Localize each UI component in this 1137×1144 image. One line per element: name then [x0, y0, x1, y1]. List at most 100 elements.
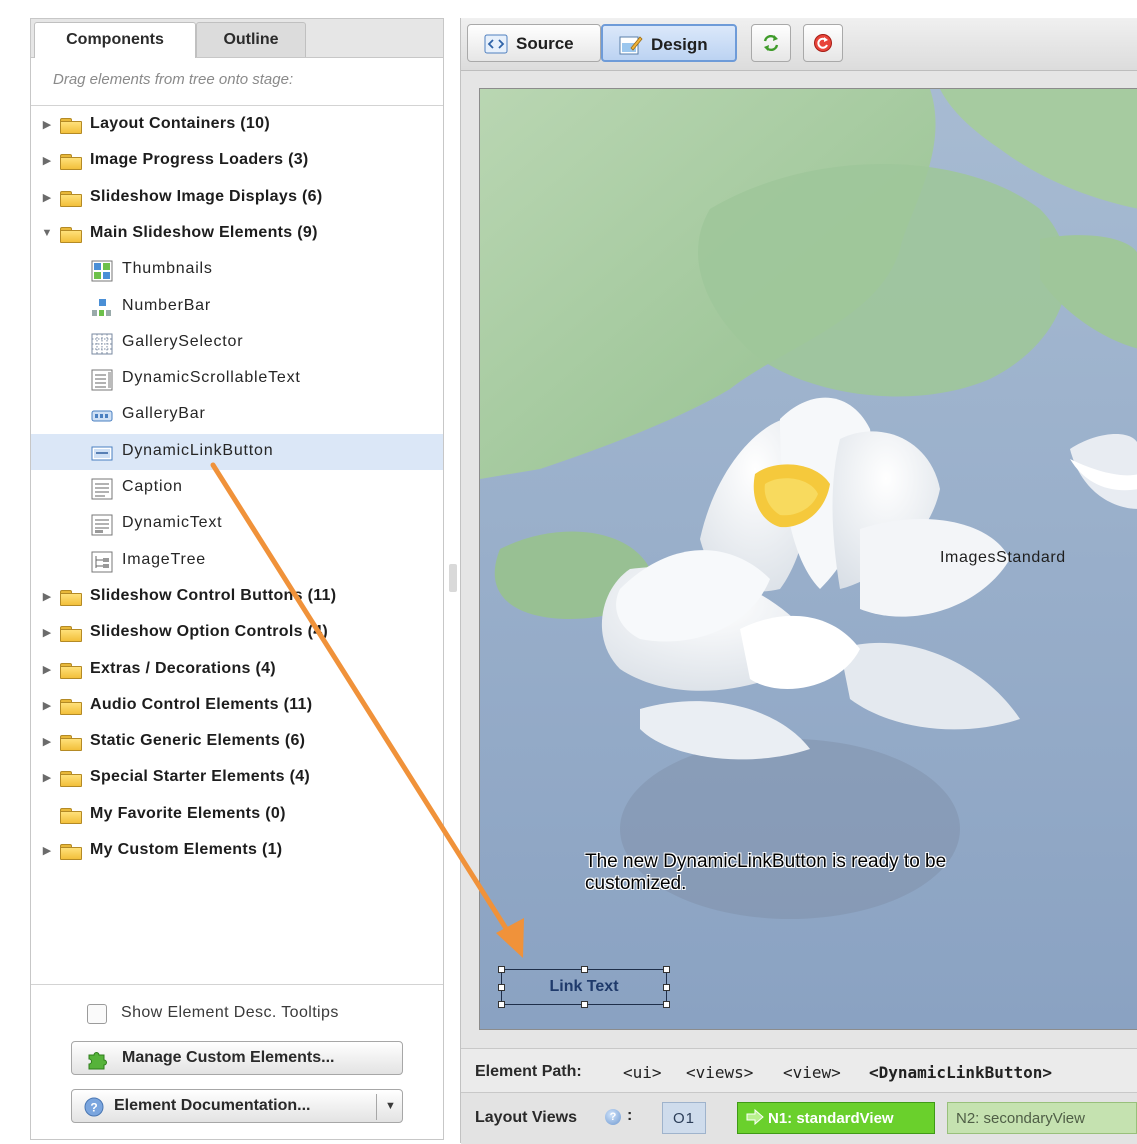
- expand-arrow-icon[interactable]: ▶: [41, 735, 53, 748]
- tree-category[interactable]: ▶ Slideshow Control Buttons (11): [31, 579, 443, 615]
- tree-category[interactable]: ▶ Slideshow Option Controls (4): [31, 615, 443, 651]
- expand-arrow-icon[interactable]: ▶: [41, 771, 53, 784]
- folder-icon: [60, 734, 82, 752]
- collapse-arrow-icon[interactable]: ▼: [41, 227, 53, 239]
- tree-item-label: NumberBar: [122, 296, 212, 314]
- folder-icon: [60, 662, 82, 679]
- folder-icon: [60, 625, 82, 643]
- tree-category-label: Extras / Decorations (4): [90, 659, 276, 677]
- link-button-text: Link Text: [549, 978, 619, 995]
- resize-handle[interactable]: [498, 984, 505, 991]
- view-chip-o1[interactable]: O1: [662, 1102, 706, 1134]
- folder-open-icon: [60, 226, 82, 243]
- tree-category[interactable]: ▼ Main Slideshow Elements (9): [31, 216, 443, 252]
- tree-category[interactable]: ▶ Extras / Decorations (4): [31, 652, 443, 688]
- tree-item-label: GallerySelector: [122, 332, 244, 350]
- design-stage[interactable]: ImagesStandard The new DynamicLinkButton…: [479, 88, 1137, 1030]
- resize-handle[interactable]: [663, 1001, 670, 1008]
- tree-category[interactable]: ▶ Image Progress Loaders (3): [31, 143, 443, 179]
- divider: [31, 984, 443, 985]
- tree-item[interactable]: Thumbnails: [31, 252, 443, 288]
- path-tag-dynamic-link-button[interactable]: <DynamicLinkButton>: [869, 1063, 1052, 1082]
- resize-handle[interactable]: [663, 966, 670, 973]
- refresh-icon: [763, 34, 779, 52]
- folder-icon: [60, 117, 82, 134]
- design-label: Design: [651, 35, 708, 54]
- caption-icon: [91, 478, 113, 500]
- expand-arrow-icon[interactable]: ▶: [41, 663, 53, 676]
- show-tooltips-checkbox[interactable]: [87, 1004, 107, 1024]
- tree-category[interactable]: ▶ My Custom Elements (1): [31, 833, 443, 869]
- tree-item[interactable]: GallerySelector: [31, 325, 443, 361]
- tree-item[interactable]: NumberBar: [31, 289, 443, 325]
- refresh-button[interactable]: [751, 24, 791, 62]
- expand-arrow-icon[interactable]: ▶: [41, 699, 53, 712]
- expand-arrow-icon[interactable]: ▶: [41, 844, 53, 857]
- tree-item[interactable]: DynamicScrollableText: [31, 361, 443, 397]
- tree-category-label: Static Generic Elements (6): [90, 732, 306, 750]
- tree-category-label: Slideshow Option Controls (4): [90, 623, 329, 641]
- manage-custom-elements-button[interactable]: Manage Custom Elements...: [71, 1041, 403, 1075]
- source-code-icon: [484, 34, 508, 54]
- folder-icon: [60, 153, 82, 171]
- tree-item-label: DynamicScrollableText: [122, 369, 301, 387]
- folder-icon: [60, 843, 82, 860]
- path-tag-ui[interactable]: <ui>: [623, 1063, 662, 1082]
- resize-handle[interactable]: [581, 1001, 588, 1008]
- images-standard-label: ImagesStandard: [940, 549, 1066, 566]
- tree-item[interactable]: DynamicText: [31, 506, 443, 542]
- tab-outline[interactable]: Outline: [196, 22, 306, 57]
- expand-arrow-icon[interactable]: ▶: [41, 118, 53, 131]
- drag-hint-text: Drag elements from tree onto stage:: [53, 71, 294, 88]
- tree-category[interactable]: ▶ Static Generic Elements (6): [31, 724, 443, 760]
- help-icon[interactable]: ?: [605, 1109, 621, 1125]
- tree-item[interactable]: Caption: [31, 470, 443, 506]
- resize-handle[interactable]: [498, 966, 505, 973]
- panel-splitter[interactable]: [449, 564, 457, 592]
- stop-icon: [814, 34, 832, 52]
- tree-category[interactable]: ▶ Slideshow Image Displays (6): [31, 180, 443, 216]
- tree-item[interactable]: DynamicLinkButton: [31, 433, 443, 470]
- image-tree-icon: [91, 551, 113, 573]
- source-label: Source: [516, 34, 574, 53]
- tree-category-label: My Favorite Elements (0): [90, 804, 286, 822]
- stop-button[interactable]: [803, 24, 843, 62]
- tree-category[interactable]: ▶ Special Starter Elements (4): [31, 760, 443, 796]
- tree-category-label: Layout Containers (10): [90, 115, 270, 132]
- design-button[interactable]: Design: [601, 24, 737, 62]
- tree-item-label: DynamicText: [122, 514, 223, 532]
- thumbnails-icon: [91, 260, 113, 282]
- element-documentation-button[interactable]: ? Element Documentation... ▼: [71, 1089, 403, 1123]
- tree-category-label: Special Starter Elements (4): [90, 768, 311, 786]
- folder-icon: [60, 807, 82, 824]
- manage-button-label: Manage Custom Elements...: [122, 1049, 335, 1066]
- tab-components[interactable]: Components: [34, 22, 196, 58]
- tree-item[interactable]: GalleryBar: [31, 397, 443, 433]
- expand-arrow-icon[interactable]: ▶: [41, 191, 53, 204]
- tree-category[interactable]: My Favorite Elements (0): [31, 797, 443, 833]
- resize-handle[interactable]: [663, 984, 670, 991]
- panel-tab-strip: Components Outline: [31, 19, 443, 58]
- path-tag-views[interactable]: <views>: [686, 1063, 753, 1082]
- help-icon: ?: [84, 1097, 104, 1117]
- tree-category[interactable]: ▶ Audio Control Elements (11): [31, 688, 443, 724]
- layout-views-label: Layout Views: [475, 1109, 577, 1126]
- view-chip-n1[interactable]: N1: standardView: [737, 1102, 935, 1134]
- expand-arrow-icon[interactable]: ▶: [41, 154, 53, 167]
- link-button-icon: [91, 446, 113, 461]
- doc-dropdown-arrow[interactable]: ▼: [377, 1090, 404, 1122]
- dynamic-link-button[interactable]: Link Text: [498, 966, 670, 1008]
- resize-handle[interactable]: [498, 1001, 505, 1008]
- tree-item-label: DynamicLinkButton: [122, 441, 274, 459]
- tree-item[interactable]: ImageTree: [31, 543, 443, 579]
- scrollable-text-icon: [91, 369, 113, 391]
- view-chip-n2[interactable]: N2: secondaryView: [947, 1102, 1137, 1134]
- folder-icon: [60, 589, 82, 606]
- expand-arrow-icon[interactable]: ▶: [41, 590, 53, 603]
- source-button[interactable]: Source: [467, 24, 601, 62]
- resize-handle[interactable]: [581, 966, 588, 973]
- expand-arrow-icon[interactable]: ▶: [41, 626, 53, 639]
- doc-button-label: Element Documentation...: [114, 1097, 311, 1114]
- tree-category[interactable]: ▶ Layout Containers (10): [31, 107, 443, 143]
- path-tag-view[interactable]: <view>: [783, 1063, 841, 1082]
